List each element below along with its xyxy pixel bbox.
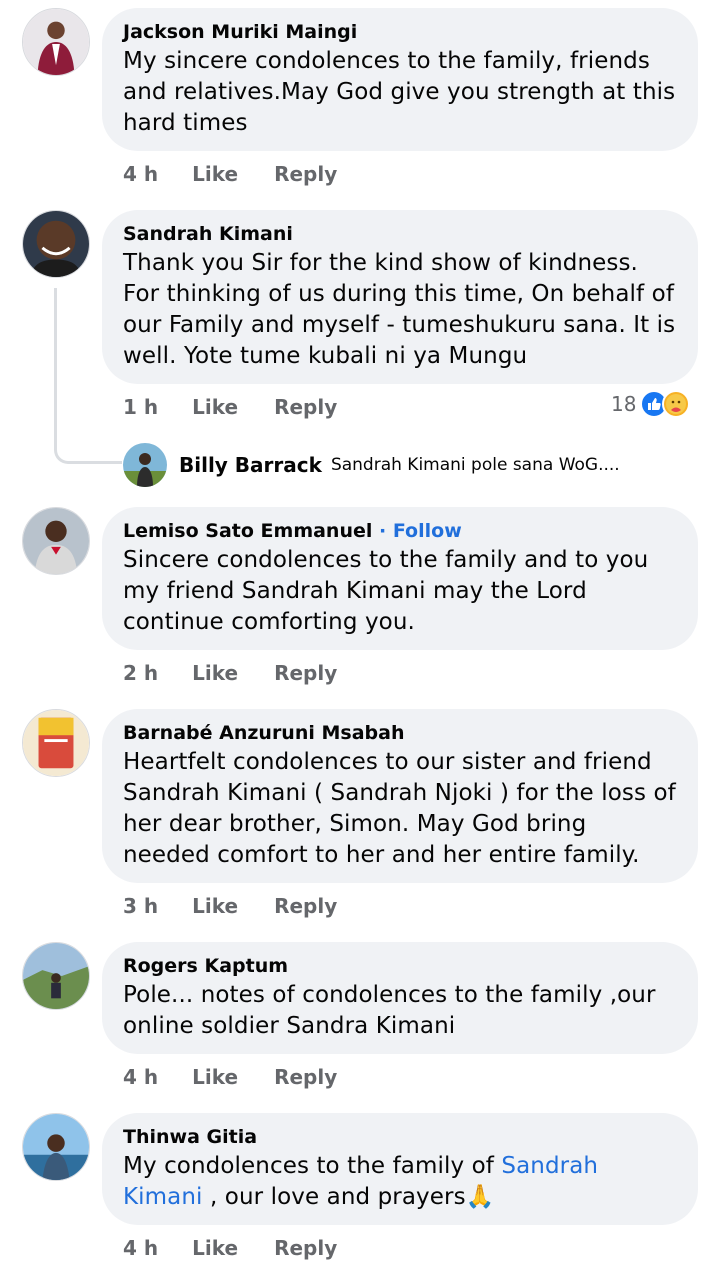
avatar[interactable] xyxy=(22,8,90,76)
comment-bubble[interactable]: Jackson Muriki Maingi My sincere condole… xyxy=(102,8,698,151)
like-button[interactable]: Like xyxy=(192,162,238,186)
reply-text: Sandrah Kimani pole sana WoG.... xyxy=(330,455,620,475)
reaction-summary[interactable]: 18 xyxy=(611,389,691,419)
like-button[interactable]: Like xyxy=(192,395,238,419)
comment-time[interactable]: 4 h xyxy=(123,1236,158,1260)
like-button[interactable]: Like xyxy=(192,1236,238,1260)
comment-bubble[interactable]: Barnabé Anzuruni Msabah Heartfelt condol… xyxy=(102,709,698,883)
comment-time[interactable]: 4 h xyxy=(123,162,158,186)
comment-actions: 1 h Like Reply xyxy=(123,393,373,421)
comment-bubble[interactable]: Thinwa Gitia My condolences to the famil… xyxy=(102,1113,698,1225)
comment-bubble[interactable]: Rogers Kaptum Pole... notes of condolenc… xyxy=(102,942,698,1054)
comment-time[interactable]: 4 h xyxy=(123,1065,158,1089)
comment-author[interactable]: Thinwa Gitia xyxy=(123,1125,676,1149)
comment-actions: 4 h Like Reply xyxy=(123,1063,373,1091)
like-button[interactable]: Like xyxy=(192,894,238,918)
comment-actions: 4 h Like Reply xyxy=(123,160,373,188)
reply-author[interactable]: Billy Barrack xyxy=(179,453,322,477)
comment-text-after: , our love and prayers🙏 xyxy=(202,1184,495,1210)
comment-actions: 4 h Like Reply xyxy=(123,1234,373,1262)
reply-button[interactable]: Reply xyxy=(274,1236,337,1260)
comment-text-before: My condolences to the family of xyxy=(123,1153,502,1179)
like-button[interactable]: Like xyxy=(192,1065,238,1089)
comment-bubble[interactable]: Lemiso Sato Emmanuel · Follow Sincere co… xyxy=(102,507,698,650)
comment-text: Heartfelt condolences to our sister and … xyxy=(123,749,676,868)
comment-author[interactable]: Barnabé Anzuruni Msabah xyxy=(123,721,676,745)
comment-actions: 2 h Like Reply xyxy=(123,659,373,687)
comment-time[interactable]: 2 h xyxy=(123,661,158,685)
comment-author[interactable]: Rogers Kaptum xyxy=(123,954,676,978)
reply-preview[interactable]: Billy Barrack Sandrah Kimani pole sana W… xyxy=(123,443,620,487)
comment-text: My condolences to the family of Sandrah … xyxy=(123,1151,676,1213)
follow-link[interactable]: · Follow xyxy=(379,520,462,542)
avatar[interactable] xyxy=(22,210,90,278)
reply-button[interactable]: Reply xyxy=(274,661,337,685)
comment-text: Sincere condolences to the family and to… xyxy=(123,547,649,635)
comment-time[interactable]: 1 h xyxy=(123,395,158,419)
comment-time[interactable]: 3 h xyxy=(123,894,158,918)
reply-button[interactable]: Reply xyxy=(274,162,337,186)
comment-author[interactable]: Lemiso Sato Emmanuel xyxy=(123,520,372,542)
avatar[interactable] xyxy=(22,507,90,575)
comment-author-row: Lemiso Sato Emmanuel · Follow xyxy=(123,519,676,543)
care-emoji-icon xyxy=(662,390,691,418)
reaction-count: 18 xyxy=(611,392,637,416)
reply-button[interactable]: Reply xyxy=(274,395,337,419)
comment-author[interactable]: Jackson Muriki Maingi xyxy=(123,20,676,44)
reply-button[interactable]: Reply xyxy=(274,894,337,918)
reply-button[interactable]: Reply xyxy=(274,1065,337,1089)
comment-text: Thank you Sir for the kind show of kindn… xyxy=(123,250,676,369)
comment-actions: 3 h Like Reply xyxy=(123,892,373,920)
avatar[interactable] xyxy=(22,942,90,1010)
comment-bubble[interactable]: Sandrah Kimani Thank you Sir for the kin… xyxy=(102,210,698,384)
avatar[interactable] xyxy=(123,443,167,487)
comment-text: Pole... notes of condolences to the fami… xyxy=(123,982,656,1039)
avatar[interactable] xyxy=(22,1113,90,1181)
like-button[interactable]: Like xyxy=(192,661,238,685)
comment-text: My sincere condolences to the family, fr… xyxy=(123,48,676,136)
avatar[interactable] xyxy=(22,709,90,777)
comment-author[interactable]: Sandrah Kimani xyxy=(123,222,676,246)
